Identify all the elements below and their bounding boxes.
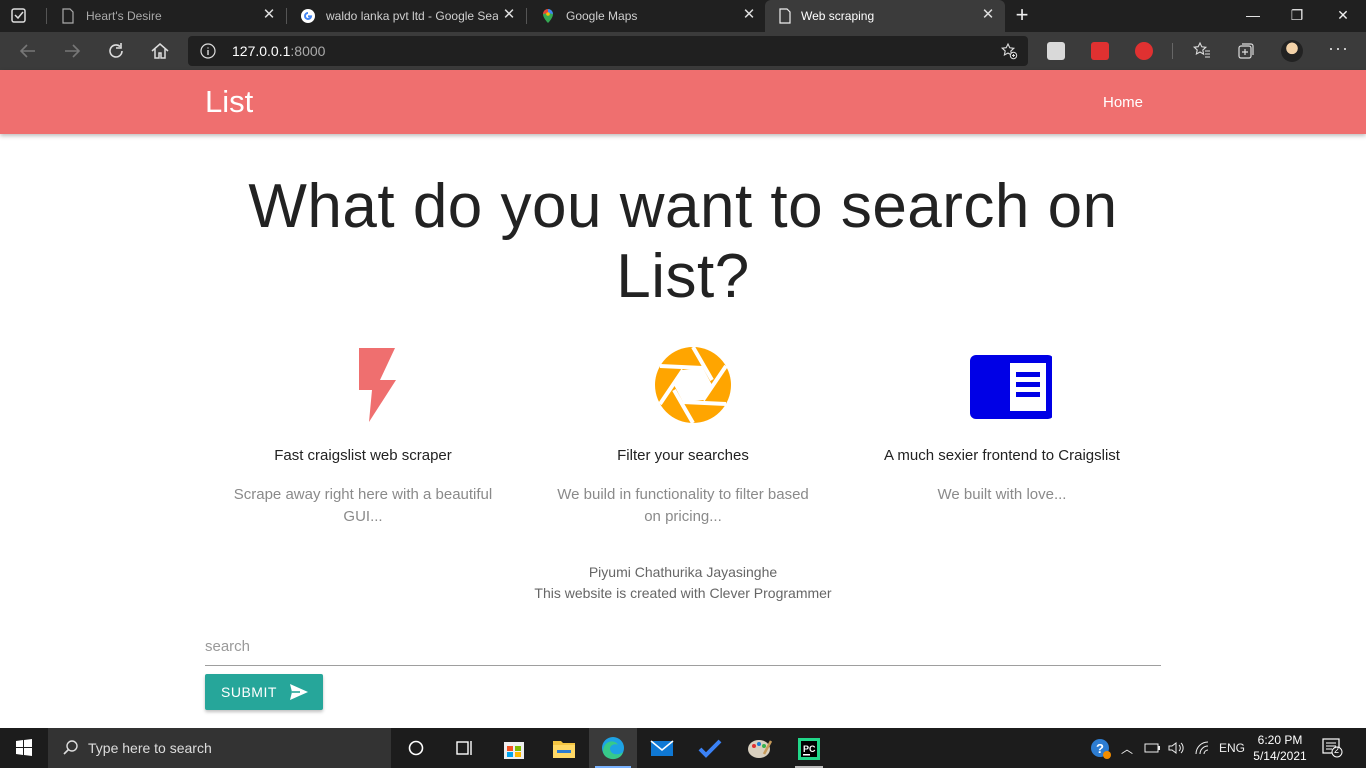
- close-icon[interactable]: ✕: [260, 6, 278, 24]
- pycharm-icon[interactable]: PC: [785, 728, 833, 768]
- tab-actions-icon[interactable]: [8, 6, 30, 26]
- feature-card: A much sexier frontend to Craigslist We …: [842, 340, 1162, 503]
- url-port: :8000: [290, 43, 326, 59]
- todo-icon[interactable]: [686, 728, 734, 768]
- page-icon: [60, 8, 76, 24]
- feature-description: We built with love...: [937, 486, 1067, 503]
- taskbar-search-box[interactable]: Type here to search: [48, 728, 391, 768]
- mail-icon[interactable]: [638, 728, 686, 768]
- windows-icon: [16, 739, 32, 756]
- flash-icon: [313, 340, 413, 430]
- feature-card: Fast craigslist web scraper Scrape away …: [203, 340, 523, 525]
- page-icon: [777, 8, 793, 24]
- submit-label: SUBMIT: [221, 684, 277, 700]
- more-options-icon[interactable]: ···: [1328, 38, 1349, 59]
- credits-note: This website is created with Clever Prog…: [534, 585, 832, 601]
- collections-icon[interactable]: [1236, 41, 1258, 63]
- chevron-up-icon[interactable]: ︿: [1121, 740, 1133, 780]
- minimize-button[interactable]: —: [1230, 0, 1276, 30]
- tab-separator: [526, 8, 527, 24]
- browser-tab-strip: Heart's Desire ✕ waldo lanka pvt ltd - G…: [0, 0, 1366, 32]
- author-name: Piyumi Chathurika Jayasinghe: [588, 564, 778, 580]
- tab-title: waldo lanka pvt ltd - Google Sea: [326, 9, 498, 23]
- tab-web-scraping[interactable]: Web scraping ✕: [765, 0, 1005, 32]
- brand-logo[interactable]: List: [205, 84, 253, 120]
- maps-pin-icon: [540, 8, 556, 24]
- browser-toolbar: 127.0.0.1:8000 ···: [0, 32, 1366, 70]
- back-icon[interactable]: [17, 40, 39, 62]
- wifi-icon[interactable]: [1194, 740, 1212, 756]
- taskbar-search-placeholder: Type here to search: [88, 740, 212, 756]
- task-view-icon[interactable]: [440, 728, 488, 768]
- nav-home-link[interactable]: Home: [1103, 94, 1143, 111]
- extension-icon[interactable]: [1091, 42, 1109, 60]
- url-host: 127.0.0.1: [232, 43, 291, 59]
- site-header: List Home: [0, 70, 1366, 134]
- send-icon: [289, 683, 309, 701]
- clock[interactable]: 6:20 PM 5/14/2021: [1250, 732, 1310, 764]
- chrome-reader-mode-icon: [952, 340, 1054, 430]
- tab-google-maps[interactable]: Google Maps ✕: [528, 0, 764, 32]
- svg-text:PC: PC: [803, 744, 816, 754]
- feature-description: Scrape away right here with a beautiful …: [233, 486, 493, 525]
- url-text: 127.0.0.1:8000: [232, 43, 325, 59]
- new-tab-button[interactable]: +: [1011, 3, 1033, 27]
- tab-title: Web scraping: [801, 9, 875, 23]
- stop-hand-extension-icon[interactable]: [1135, 42, 1153, 60]
- start-button[interactable]: [0, 728, 48, 768]
- tab-title: Heart's Desire: [86, 9, 162, 23]
- close-icon[interactable]: ✕: [740, 6, 758, 24]
- refresh-icon[interactable]: [105, 40, 127, 62]
- camera-aperture-icon: [633, 340, 733, 430]
- close-icon[interactable]: ✕: [500, 6, 518, 24]
- extension-icon[interactable]: [1047, 42, 1065, 60]
- clock-date: 5/14/2021: [1253, 749, 1307, 763]
- restore-button[interactable]: ❐: [1274, 0, 1320, 30]
- info-icon[interactable]: [200, 43, 216, 59]
- tab-separator: [286, 8, 287, 24]
- submit-button[interactable]: SUBMIT: [205, 674, 323, 710]
- favorites-icon[interactable]: [1192, 41, 1214, 63]
- feature-card: Filter your searches We build in functio…: [523, 340, 843, 525]
- edge-browser-icon[interactable]: [589, 728, 637, 768]
- feature-description: We build in functionality to filter base…: [557, 486, 809, 525]
- file-explorer-icon[interactable]: [540, 728, 588, 768]
- address-bar[interactable]: 127.0.0.1:8000: [188, 36, 1028, 66]
- tab-hearts-desire[interactable]: Heart's Desire ✕: [48, 0, 284, 32]
- tab-google-search[interactable]: waldo lanka pvt ltd - Google Sea ✕: [288, 0, 524, 32]
- add-favorite-icon[interactable]: [1000, 42, 1018, 60]
- feature-title: Filter your searches: [617, 447, 749, 464]
- tab-separator: [46, 8, 47, 24]
- close-icon[interactable]: ✕: [979, 6, 997, 24]
- svg-text:?: ?: [1096, 741, 1104, 756]
- forward-icon[interactable]: [61, 40, 83, 62]
- feature-title: A much sexier frontend to Craigslist: [884, 447, 1120, 464]
- profile-avatar[interactable]: [1281, 40, 1303, 62]
- google-icon: [300, 8, 316, 24]
- home-icon[interactable]: [149, 40, 171, 62]
- credits: Piyumi Chathurika Jayasinghe This websit…: [383, 562, 983, 604]
- page-title: What do you want to search on List?: [248, 172, 1118, 311]
- notifications-icon[interactable]: 2: [1322, 738, 1344, 758]
- toolbar-separator: [1172, 43, 1173, 59]
- clock-time: 6:20 PM: [1257, 733, 1303, 747]
- battery-icon[interactable]: [1144, 740, 1162, 756]
- language-indicator[interactable]: ENG: [1219, 741, 1245, 781]
- volume-icon[interactable]: [1167, 740, 1185, 756]
- tab-title: Google Maps: [566, 9, 638, 23]
- cortana-icon[interactable]: [392, 728, 440, 768]
- notification-count: 2: [1334, 745, 1340, 755]
- window-close-button[interactable]: ✕: [1320, 0, 1366, 30]
- feature-title: Fast craigslist web scraper: [274, 447, 452, 464]
- search-icon: [62, 739, 80, 757]
- paint-icon[interactable]: [735, 728, 783, 768]
- search-input[interactable]: [205, 628, 1161, 666]
- help-badge-icon[interactable]: ?: [1090, 738, 1112, 760]
- store-icon[interactable]: [490, 728, 538, 768]
- taskbar: Type here to search PC ? ︿ ENG 6:20 PM 5…: [0, 728, 1366, 768]
